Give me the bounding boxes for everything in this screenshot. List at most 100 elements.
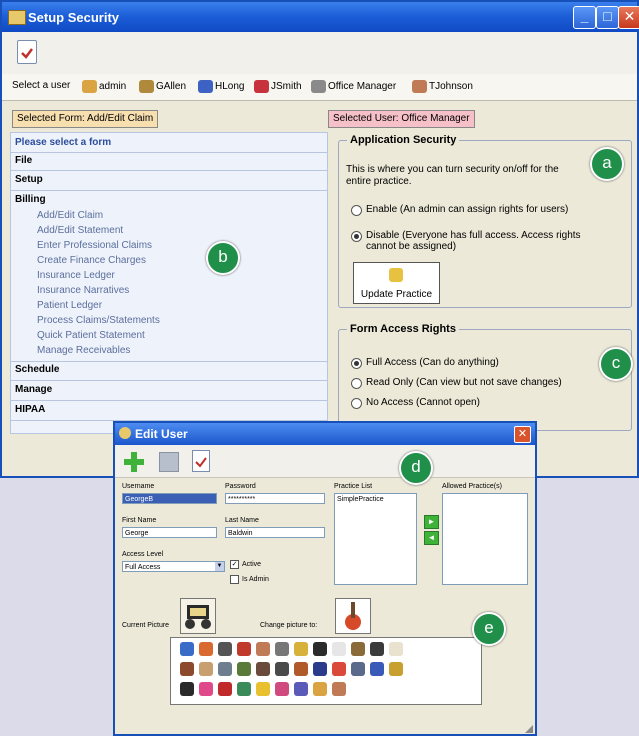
- dialog-close-button[interactable]: ✕: [514, 426, 531, 443]
- edit-user-dialog: Edit User ✕ Username GeorgeB Password **…: [113, 421, 537, 736]
- user-hlong[interactable]: HLong: [198, 80, 244, 93]
- form-item[interactable]: Quick Patient Statement: [37, 330, 145, 341]
- first-name-field[interactable]: George: [122, 527, 217, 538]
- user-tjohnson[interactable]: TJohnson: [412, 80, 473, 93]
- practice-list[interactable]: SimplePractice: [334, 493, 417, 585]
- form-item[interactable]: Insurance Ledger: [37, 270, 115, 281]
- form-item[interactable]: Enter Professional Claims: [37, 240, 152, 251]
- form-list-prompt: Please select a form: [15, 137, 112, 148]
- picture-option-icon[interactable]: [389, 642, 403, 656]
- selected-user-badge: Selected User: Office Manager: [328, 110, 475, 128]
- active-checkbox[interactable]: ✓ Active: [230, 560, 261, 569]
- user-admin[interactable]: admin: [82, 80, 126, 93]
- picture-option-icon[interactable]: [294, 662, 308, 676]
- enable-security-radio[interactable]: Enable (An admin can assign rights for u…: [351, 204, 568, 216]
- allowed-practices-list[interactable]: [442, 493, 528, 585]
- picture-option-icon[interactable]: [256, 662, 270, 676]
- user-office-manager[interactable]: Office Manager: [311, 80, 396, 93]
- picture-option-icon[interactable]: [351, 642, 365, 656]
- add-user-icon[interactable]: [123, 451, 145, 473]
- picture-option-icon[interactable]: [275, 642, 289, 656]
- picture-option-icon[interactable]: [389, 662, 403, 676]
- picture-option-icon[interactable]: [313, 662, 327, 676]
- disable-security-radio[interactable]: Disable (Everyone has full access. Acces…: [351, 230, 591, 252]
- picture-option-icon[interactable]: [294, 682, 308, 696]
- app-icon: [8, 10, 26, 25]
- is-admin-checkbox[interactable]: Is Admin: [230, 575, 269, 584]
- picture-option-icon[interactable]: [218, 642, 232, 656]
- minimize-button[interactable]: _: [573, 6, 596, 29]
- picture-option-icon[interactable]: [351, 662, 365, 676]
- picture-option-icon[interactable]: [180, 642, 194, 656]
- resize-grip-icon[interactable]: [525, 725, 533, 733]
- form-item[interactable]: Create Finance Charges: [37, 255, 146, 266]
- picture-option-icon[interactable]: [275, 682, 289, 696]
- save-icon[interactable]: [159, 452, 179, 472]
- user-icon: [311, 80, 326, 93]
- form-item[interactable]: Process Claims/Statements: [37, 315, 160, 326]
- form-item[interactable]: Manage Receivables: [37, 345, 130, 356]
- user-jsmith[interactable]: JSmith: [254, 80, 302, 93]
- practice-list-item[interactable]: SimplePractice: [337, 496, 384, 503]
- dialog-title-bar[interactable]: Edit User ✕: [115, 423, 535, 445]
- dialog-toolbar: [115, 445, 535, 478]
- remove-practice-arrow-icon[interactable]: ◄: [424, 531, 439, 545]
- form-section-schedule[interactable]: Schedule: [15, 364, 59, 375]
- password-field[interactable]: **********: [225, 493, 325, 504]
- form-item[interactable]: Insurance Narratives: [37, 285, 129, 296]
- callout-badge-e: e: [472, 612, 506, 646]
- no-access-radio[interactable]: No Access (Cannot open): [351, 397, 480, 409]
- picture-option-icon[interactable]: [218, 662, 232, 676]
- username-field[interactable]: GeorgeB: [122, 493, 217, 504]
- first-name-label: First Name: [122, 517, 157, 524]
- full-access-radio[interactable]: Full Access (Can do anything): [351, 357, 499, 369]
- picture-option-icon[interactable]: [237, 642, 251, 656]
- picture-option-icon[interactable]: [237, 682, 251, 696]
- picture-option-icon[interactable]: [180, 662, 194, 676]
- read-only-radio[interactable]: Read Only (Can view but not save changes…: [351, 377, 562, 389]
- picture-option-icon[interactable]: [332, 642, 346, 656]
- maximize-button[interactable]: □: [596, 6, 619, 29]
- picture-option-icon[interactable]: [237, 662, 251, 676]
- picture-option-icon[interactable]: [218, 682, 232, 696]
- picture-option-icon[interactable]: [199, 662, 213, 676]
- access-level-select[interactable]: Full Access ▼: [122, 561, 225, 572]
- user-icon: [139, 80, 154, 93]
- current-picture-car-icon: [180, 598, 216, 634]
- application-security-desc: This is where you can turn security on/o…: [346, 164, 559, 187]
- callout-badge-d: d: [399, 451, 433, 485]
- picture-picker-grid[interactable]: [170, 637, 482, 705]
- form-section-setup[interactable]: Setup: [15, 174, 43, 185]
- close-button[interactable]: ✕: [618, 6, 639, 29]
- picture-option-icon[interactable]: [313, 642, 327, 656]
- picture-option-icon[interactable]: [275, 662, 289, 676]
- user-gallen[interactable]: GAllen: [139, 80, 186, 93]
- form-item[interactable]: Patient Ledger: [37, 300, 102, 311]
- picture-option-icon[interactable]: [199, 642, 213, 656]
- picture-option-icon[interactable]: [256, 642, 270, 656]
- title-bar[interactable]: Setup Security _ □ ✕: [2, 2, 639, 32]
- form-item[interactable]: Add/Edit Statement: [37, 225, 123, 236]
- picture-option-icon[interactable]: [180, 682, 194, 696]
- current-picture-label: Current Picture: [122, 622, 170, 629]
- add-practice-arrow-icon[interactable]: ►: [424, 515, 439, 529]
- form-item[interactable]: Add/Edit Claim: [37, 210, 103, 221]
- last-name-field[interactable]: Baldwin: [225, 527, 325, 538]
- form-section-manage[interactable]: Manage: [15, 384, 52, 395]
- clipboard-check-icon[interactable]: [192, 450, 210, 472]
- chevron-down-icon: ▼: [215, 562, 224, 571]
- picture-option-icon[interactable]: [332, 682, 346, 696]
- picture-option-icon[interactable]: [370, 662, 384, 676]
- clipboard-check-icon[interactable]: [17, 40, 37, 64]
- picture-option-icon[interactable]: [313, 682, 327, 696]
- picture-option-icon[interactable]: [199, 682, 213, 696]
- form-section-hipaa[interactable]: HIPAA: [15, 404, 45, 415]
- picture-option-icon[interactable]: [294, 642, 308, 656]
- form-section-file[interactable]: File: [15, 155, 32, 166]
- update-practice-button[interactable]: Update Practice: [353, 262, 440, 304]
- picture-option-icon[interactable]: [256, 682, 270, 696]
- picture-option-icon[interactable]: [370, 642, 384, 656]
- form-section-billing[interactable]: Billing: [15, 194, 46, 205]
- dialog-title: Edit User: [135, 427, 188, 441]
- picture-option-icon[interactable]: [332, 662, 346, 676]
